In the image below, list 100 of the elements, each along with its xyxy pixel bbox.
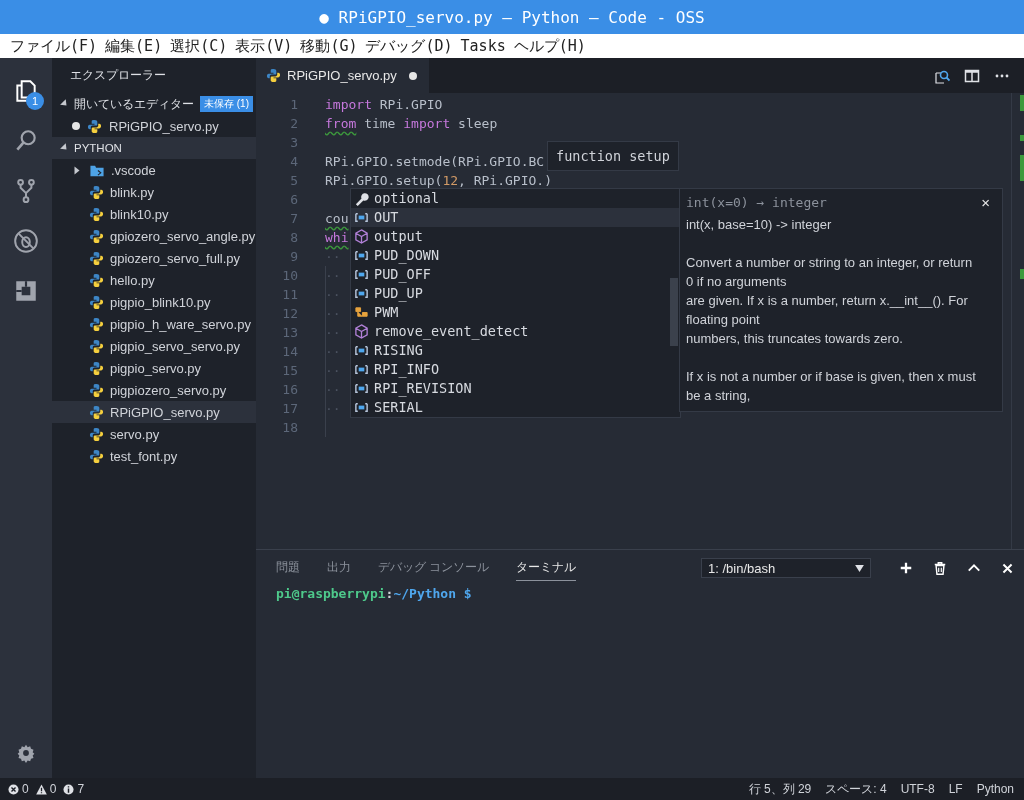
file-name[interactable]: blink10.py bbox=[110, 206, 169, 222]
warning-icon bbox=[35, 783, 47, 795]
menu-item[interactable]: 表示(V) bbox=[231, 36, 297, 56]
close-button[interactable]: × bbox=[975, 192, 996, 212]
python-icon bbox=[89, 360, 104, 376]
enum-icon bbox=[354, 210, 369, 225]
code-token: sleep bbox=[457, 116, 498, 131]
line-number: 5 bbox=[289, 172, 298, 190]
status-item[interactable]: スペース: 4 bbox=[825, 780, 887, 798]
menu-item[interactable]: ファイル(F) bbox=[6, 36, 102, 56]
section-header[interactable]: PYTHON bbox=[52, 137, 256, 159]
error-icon bbox=[8, 783, 19, 795]
python-icon bbox=[89, 250, 104, 266]
menu-item[interactable]: 移動(G) bbox=[296, 36, 362, 56]
menu-item[interactable]: ヘルプ(H) bbox=[509, 36, 590, 56]
file-name[interactable]: gpiozero_servo_full.py bbox=[110, 250, 241, 266]
prompt-separator: : bbox=[385, 586, 394, 601]
file-name[interactable]: blink.py bbox=[110, 184, 155, 200]
add-icon[interactable] bbox=[899, 561, 913, 575]
editor-tab[interactable]: RPiGPIO_servo.py bbox=[256, 58, 429, 93]
menu-item[interactable]: デバッグ(D) bbox=[361, 36, 457, 56]
file-name[interactable]: pigpio_servo.py bbox=[110, 360, 202, 376]
menu-item[interactable]: 編集(E) bbox=[101, 36, 167, 56]
folder-name[interactable]: .vscode bbox=[111, 162, 156, 178]
line-number: 13 bbox=[281, 324, 298, 342]
suggestion-item[interactable]: SERIAL bbox=[351, 398, 680, 417]
status-item[interactable]: UTF-8 bbox=[900, 782, 935, 796]
cube-icon bbox=[354, 324, 369, 339]
python-icon bbox=[89, 272, 104, 288]
line-number: 16 bbox=[281, 381, 298, 399]
suggestion-item[interactable]: optional bbox=[351, 189, 680, 208]
dropdown-caret-icon bbox=[855, 564, 864, 572]
debug-icon[interactable] bbox=[13, 228, 39, 254]
file-name[interactable]: pigpio_blink10.py bbox=[110, 294, 211, 310]
code-token: import bbox=[403, 116, 451, 131]
code-token: RPi.GPIO.setmode(RPi.GPIO.BC bbox=[325, 154, 545, 169]
code-token: ·· bbox=[325, 306, 341, 321]
problems-status[interactable]: 0 0 7 bbox=[8, 782, 89, 796]
menu-item[interactable]: Tasks bbox=[456, 37, 510, 55]
close-icon[interactable] bbox=[1001, 561, 1014, 575]
suggestion-item[interactable]: PUD_OFF bbox=[351, 265, 680, 284]
enum-icon bbox=[354, 400, 369, 415]
trash-icon[interactable] bbox=[933, 560, 947, 576]
code-token: , RPi.GPIO. bbox=[458, 173, 545, 188]
file-name[interactable]: pigpio_h_ware_servo.py bbox=[110, 316, 251, 332]
prompt-path: ~/Python $ bbox=[393, 586, 472, 601]
line-number: 9 bbox=[289, 248, 298, 266]
line-number: 12 bbox=[281, 305, 298, 323]
file-name[interactable]: hello.py bbox=[110, 272, 155, 288]
window-title: ● RPiGPIO_servo.py — Python — Code - OSS bbox=[319, 7, 705, 27]
files-icon[interactable] bbox=[13, 78, 39, 104]
settings-icon[interactable] bbox=[16, 743, 36, 763]
terminal-dropdown[interactable]: 1: /bin/bash bbox=[701, 558, 871, 578]
suggestion-item[interactable]: PUD_UP bbox=[351, 284, 680, 303]
file-name[interactable]: RPiGPIO_servo.py bbox=[109, 118, 219, 134]
python-icon bbox=[87, 118, 102, 134]
panel-tab[interactable]: 出力 bbox=[327, 555, 351, 581]
scrollbar-thumb[interactable] bbox=[670, 278, 678, 346]
suggestion-item[interactable]: PUD_DOWN bbox=[351, 246, 680, 265]
selected-row[interactable]: RPiGPIO_servo.py bbox=[52, 401, 256, 423]
panel-tab[interactable]: デバッグ コンソール bbox=[378, 555, 490, 581]
signature-text: int(x=0) → integer bbox=[686, 193, 827, 212]
suggestion-item[interactable]: PWM bbox=[351, 303, 680, 322]
cube-icon bbox=[354, 229, 369, 244]
code-token: ·· bbox=[325, 382, 341, 397]
line-number: 14 bbox=[281, 343, 298, 361]
file-name[interactable]: test_font.py bbox=[110, 448, 178, 464]
python-icon bbox=[89, 404, 104, 420]
section-header[interactable]: 開いているエディター 未保存 (1) bbox=[52, 93, 256, 115]
badge: 1 bbox=[26, 92, 44, 110]
line-number: 3 bbox=[289, 134, 298, 152]
extensions-icon[interactable] bbox=[13, 278, 39, 304]
suggestion-item[interactable]: RISING bbox=[351, 341, 680, 360]
suggestion-item[interactable]: output bbox=[351, 227, 680, 246]
file-name[interactable]: pigpiozero_servo.py bbox=[110, 382, 227, 398]
panel-tab[interactable]: ターミナル bbox=[516, 555, 577, 581]
suggestion-item[interactable]: RPI_REVISION bbox=[351, 379, 680, 398]
enum-icon bbox=[354, 362, 369, 377]
suggestion-item[interactable]: OUT bbox=[351, 208, 680, 227]
line-number: 2 bbox=[289, 115, 298, 133]
code-token: ·· bbox=[325, 363, 341, 378]
enum-icon bbox=[354, 343, 369, 358]
status-item[interactable]: LF bbox=[948, 782, 963, 796]
status-item[interactable]: Python bbox=[976, 782, 1014, 796]
python-icon bbox=[89, 338, 104, 354]
panel-tab[interactable]: 問題 bbox=[276, 555, 300, 581]
code-token: ·· bbox=[325, 287, 341, 302]
menu-item[interactable]: 選択(C) bbox=[166, 36, 232, 56]
code-token: whi bbox=[325, 230, 349, 245]
file-name[interactable]: gpiozero_servo_angle.py bbox=[110, 228, 256, 244]
line-number: 18 bbox=[281, 419, 298, 437]
python-icon bbox=[89, 426, 104, 442]
suggestion-item[interactable]: remove_event_detect bbox=[351, 322, 680, 341]
status-item[interactable]: 行 5、列 29 bbox=[748, 780, 812, 798]
code-token: 12 bbox=[442, 173, 459, 188]
suggestion-item[interactable]: RPI_INFO bbox=[351, 360, 680, 379]
python-icon bbox=[89, 184, 104, 200]
split-editor-icon[interactable] bbox=[964, 67, 980, 84]
file-name[interactable]: servo.py bbox=[110, 426, 160, 442]
file-name[interactable]: pigpio_servo_servo.py bbox=[110, 338, 241, 354]
